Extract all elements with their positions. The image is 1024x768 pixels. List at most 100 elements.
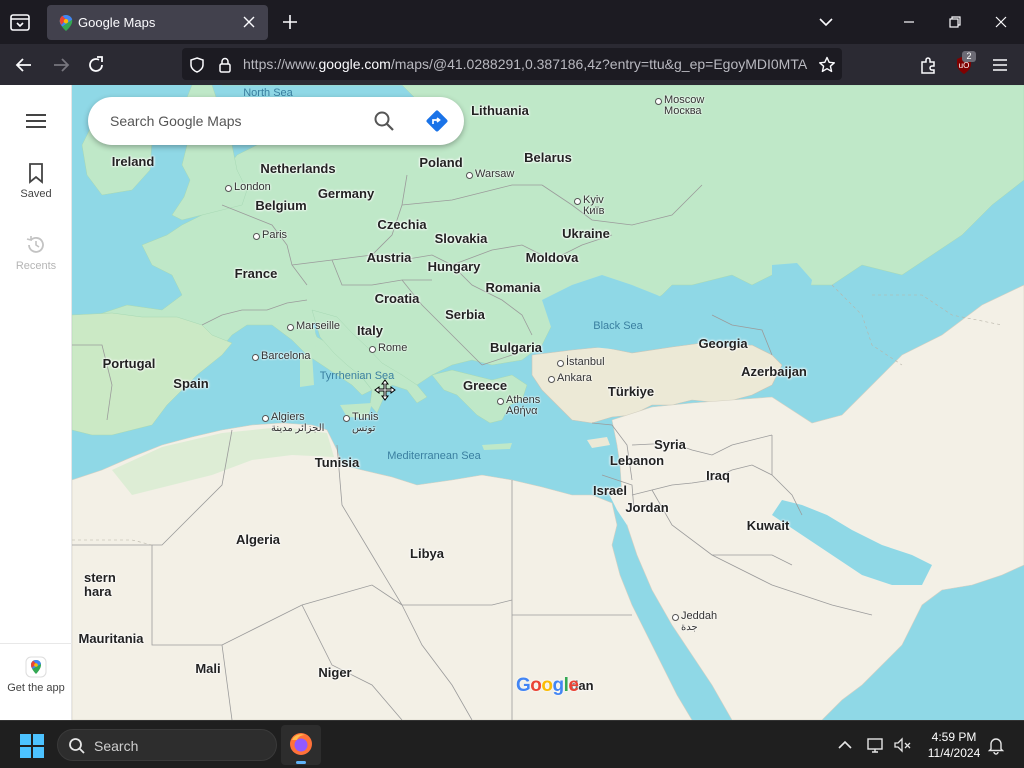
city-moscow[interactable]: Moscow Москва <box>654 94 704 117</box>
list-all-tabs-chevron-icon[interactable] <box>816 12 836 32</box>
country-label-belarus: Belarus <box>524 150 572 165</box>
menu-hamburger-icon[interactable] <box>24 111 48 131</box>
country-label-serbia: Serbia <box>445 307 485 322</box>
city-algiers-native: الجزائر مدينة <box>271 423 325 434</box>
system-clock[interactable]: 4:59 PM 11/4/2024 <box>918 729 990 761</box>
tracking-protection-shield-icon[interactable] <box>188 56 206 74</box>
reload-icon[interactable] <box>85 54 107 76</box>
close-tab-icon[interactable] <box>240 13 258 31</box>
history-clock-icon <box>26 236 44 253</box>
volume-muted-icon[interactable] <box>892 735 912 755</box>
country-label-turkiye: Türkiye <box>607 384 655 399</box>
windows-start-icon[interactable] <box>20 734 44 758</box>
tab-list-icon[interactable] <box>8 10 32 34</box>
taskbar-search-placeholder: Search <box>94 738 139 754</box>
city-london[interactable]: London <box>225 181 271 193</box>
saved-button[interactable]: Saved <box>0 162 72 200</box>
country-label-moldova: Moldova <box>525 250 579 265</box>
lock-icon[interactable] <box>216 56 234 74</box>
move-cursor-icon <box>374 379 396 401</box>
url-bar[interactable]: https://www.google.com/maps/@41.0288291,… <box>182 48 842 80</box>
city-algiers-name: Algiers <box>271 411 305 423</box>
city-algiers[interactable]: Algiers الجزائر مدينة <box>261 411 325 434</box>
country-label-france: France <box>234 266 278 281</box>
country-label-algeria: Algeria <box>235 532 281 547</box>
close-window-icon[interactable] <box>991 12 1011 32</box>
url-text[interactable]: https://www.google.com/maps/@41.0288291,… <box>243 56 813 72</box>
country-label-hungary: Hungary <box>427 259 481 274</box>
svg-text:uO: uO <box>959 61 970 70</box>
map-canvas[interactable]: North Sea Black Sea Tyrrhenian Sea Medit… <box>72 85 1024 720</box>
google-logo: Google <box>516 675 579 696</box>
back-icon[interactable] <box>13 54 35 76</box>
country-label-spain: Spain <box>173 376 209 391</box>
city-marseille[interactable]: Marseille <box>286 320 340 332</box>
get-the-app-button[interactable]: Get the app <box>0 643 72 720</box>
search-box <box>88 97 464 145</box>
country-label-belgium: Belgium <box>255 198 307 213</box>
search-input[interactable] <box>110 109 360 133</box>
city-jeddah-name: Jeddah <box>681 610 718 622</box>
network-icon[interactable] <box>866 735 886 755</box>
country-label-austria: Austria <box>366 250 412 265</box>
url-rest: /maps/@41.0288291,0.387186,4z?entry=ttu&… <box>390 56 808 72</box>
show-hidden-icons-chevron-icon[interactable] <box>835 735 855 755</box>
city-athens[interactable]: Athens Αθήνα <box>496 394 540 417</box>
city-paris[interactable]: Paris <box>252 229 287 241</box>
city-tunis-name: Tunis <box>352 411 379 423</box>
country-label-germany: Germany <box>317 186 375 201</box>
taskbar-search-icon <box>69 738 85 754</box>
saved-label: Saved <box>20 188 52 200</box>
city-tunis[interactable]: Tunis تونس <box>343 411 379 434</box>
country-label-czechia: Czechia <box>377 217 427 232</box>
country-label-kuwait: Kuwait <box>746 518 790 533</box>
country-label-tunisia: Tunisia <box>314 455 360 470</box>
country-label-niger: Niger <box>318 665 352 680</box>
caspian-sea-water <box>772 263 840 423</box>
country-label-ukraine: Ukraine <box>562 226 610 241</box>
city-jeddah[interactable]: Jeddah جدة <box>671 610 718 633</box>
new-tab-icon[interactable] <box>280 12 300 32</box>
cyprus-island <box>587 437 610 448</box>
country-label-lithuania: Lithuania <box>471 103 529 118</box>
country-label-lebanon: Lebanon <box>609 453 665 468</box>
app-menu-hamburger-icon[interactable] <box>989 54 1011 76</box>
country-label-jordan: Jordan <box>625 500 669 515</box>
city-barcelona[interactable]: Barcelona <box>252 350 311 362</box>
taskbar-firefox-button[interactable] <box>281 725 321 765</box>
restore-icon[interactable] <box>945 12 965 32</box>
extensions-puzzle-icon[interactable] <box>918 54 940 76</box>
country-label-poland: Poland <box>419 155 463 170</box>
tab-google-maps[interactable]: Google Maps <box>47 5 268 40</box>
country-label-greece: Greece <box>462 378 508 393</box>
country-label-portugal: Portugal <box>102 356 156 371</box>
recents-button[interactable]: Recents <box>0 234 72 272</box>
notification-bell-icon[interactable] <box>986 735 1006 755</box>
crete-island <box>482 443 512 450</box>
taskbar-search-box[interactable]: Search <box>57 729 277 761</box>
city-istanbul[interactable]: İstanbul <box>557 356 605 368</box>
bookmark-star-icon[interactable] <box>818 56 836 74</box>
country-label-italy: Italy <box>356 323 384 338</box>
clock-date: 11/4/2024 <box>927 746 981 760</box>
country-label-romania: Romania <box>485 280 541 295</box>
country-label-netherlands: Netherlands <box>260 161 336 176</box>
city-moscow-native: Москва <box>664 105 702 117</box>
browser-nav-bar: https://www.google.com/maps/@41.0288291,… <box>0 44 1024 85</box>
minimize-icon[interactable] <box>899 12 919 32</box>
recents-label: Recents <box>15 260 57 272</box>
city-ankara[interactable]: Ankara <box>548 372 606 384</box>
city-rome[interactable]: Rome <box>368 342 407 354</box>
country-label-mauritania: Mauritania <box>78 631 144 646</box>
city-warsaw[interactable]: Warsaw <box>465 168 514 180</box>
maps-side-rail: Saved Recents Get the app <box>0 85 72 720</box>
iberia-landmass <box>72 312 233 436</box>
google-maps-page: Saved Recents Get the app North Sea Blac… <box>0 85 1024 720</box>
forward-icon[interactable] <box>50 54 72 76</box>
browser-tab-bar: Google Maps <box>0 0 1024 44</box>
city-kyiv[interactable]: Kyiv Київ <box>573 194 604 217</box>
search-icon[interactable] <box>373 110 395 132</box>
directions-icon[interactable] <box>424 108 450 134</box>
bookmark-icon <box>29 163 43 184</box>
country-label-georgia: Georgia <box>698 336 748 351</box>
